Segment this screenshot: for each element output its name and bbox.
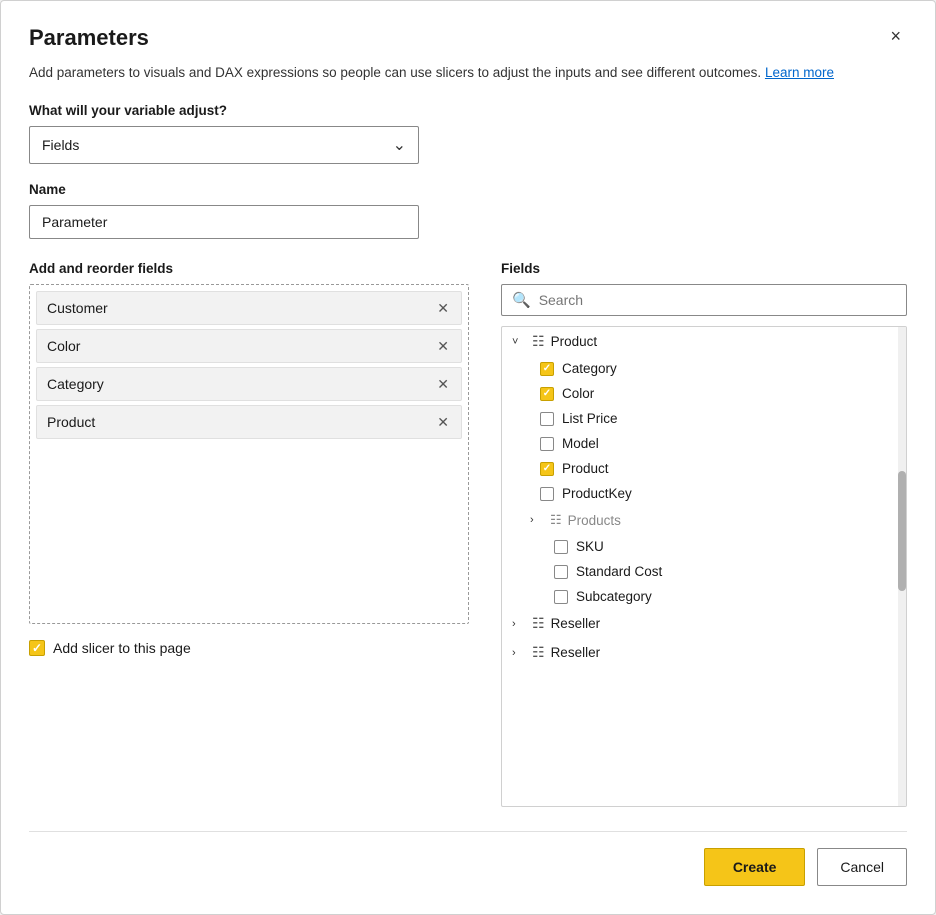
tree-item-label: List Price (562, 411, 618, 426)
list-item[interactable]: Category ✕ (36, 367, 462, 401)
tree-group-header[interactable]: › ☷ Reseller (502, 638, 906, 667)
tree-item[interactable]: List Price (502, 406, 906, 431)
checkbox-checked-icon: ✓ (540, 362, 554, 376)
tree-item[interactable]: Standard Cost (502, 559, 906, 584)
checkbox-unchecked-icon (540, 487, 554, 501)
checkbox-unchecked-icon (540, 412, 554, 426)
remove-field-button[interactable]: ✕ (435, 339, 451, 353)
dialog-title: Parameters (29, 25, 149, 51)
chevron-down-icon: ⌄ (393, 135, 406, 155)
tree-item-label: Product (562, 461, 609, 476)
tree-item-label: SKU (576, 539, 604, 554)
cancel-button[interactable]: Cancel (817, 848, 907, 886)
name-section: Name (29, 182, 907, 239)
remove-field-button[interactable]: ✕ (435, 301, 451, 315)
search-icon: 🔍 (512, 291, 531, 309)
dropdown-value: Fields (42, 137, 79, 153)
right-column: Fields 🔍 ˅ ☷ Product ✓ Category ✓ Color List… (501, 261, 907, 807)
tree-toggle-icon: › (512, 647, 526, 659)
variable-section: What will your variable adjust? Fields ⌄ (29, 103, 907, 164)
dialog-footer: Create Cancel (29, 831, 907, 886)
variable-dropdown[interactable]: Fields ⌄ (29, 126, 419, 164)
tree-item[interactable]: Subcategory (502, 584, 906, 609)
add-slicer-row: ✓ Add slicer to this page (29, 640, 469, 656)
create-button[interactable]: Create (704, 848, 806, 886)
tree-toggle-icon: ˅ (512, 336, 526, 348)
tree-item-label: Standard Cost (576, 564, 662, 579)
tree-item[interactable]: ✓ Color (502, 381, 906, 406)
fields-tree: ˅ ☷ Product ✓ Category ✓ Color List Price Mod… (501, 326, 907, 807)
name-input[interactable] (29, 205, 419, 239)
fields-list-label: Add and reorder fields (29, 261, 469, 276)
tree-item[interactable]: Model (502, 431, 906, 456)
tree-item-label: Category (562, 361, 617, 376)
field-item-label: Customer (47, 300, 108, 316)
group-name: Reseller (551, 616, 601, 631)
tree-toggle-icon: › (512, 618, 526, 630)
tree-item[interactable]: SKU (502, 534, 906, 559)
tree-item-label: Color (562, 386, 594, 401)
tree-group-header[interactable]: › ☷ Reseller (502, 609, 906, 638)
tree-item-label: Subcategory (576, 589, 652, 604)
checkbox-unchecked-icon (554, 540, 568, 554)
subgroup-name: Products (568, 513, 621, 528)
fields-panel-title: Fields (501, 261, 907, 276)
scrollbar-thumb[interactable] (898, 471, 906, 591)
hierarchy-icon: ☷ (550, 512, 562, 528)
tree-item[interactable]: ✓ Product (502, 456, 906, 481)
tree-item-label: Model (562, 436, 599, 451)
remove-field-button[interactable]: ✕ (435, 377, 451, 391)
remove-field-button[interactable]: ✕ (435, 415, 451, 429)
checkbox-unchecked-icon (540, 437, 554, 451)
list-item[interactable]: Color ✕ (36, 329, 462, 363)
field-item-label: Color (47, 338, 80, 354)
add-slicer-checkbox[interactable]: ✓ (29, 640, 45, 656)
tree-item[interactable]: ProductKey (502, 481, 906, 506)
table-icon: ☷ (532, 615, 545, 632)
group-name: Reseller (551, 645, 601, 660)
close-button[interactable]: × (884, 25, 907, 47)
checkbox-unchecked-icon (554, 565, 568, 579)
left-column: Add and reorder fields Customer ✕ Color … (29, 261, 469, 807)
subgroup-header[interactable]: › ☷ Products (502, 506, 906, 534)
tree-item-label: ProductKey (562, 486, 632, 501)
field-item-label: Category (47, 376, 104, 392)
two-columns: Add and reorder fields Customer ✕ Color … (29, 261, 907, 807)
group-name: Product (551, 334, 598, 349)
checkbox-checked-icon: ✓ (540, 462, 554, 476)
list-item[interactable]: Customer ✕ (36, 291, 462, 325)
learn-more-link[interactable]: Learn more (765, 65, 834, 80)
search-input[interactable] (539, 292, 896, 308)
name-label: Name (29, 182, 907, 197)
search-box[interactable]: 🔍 (501, 284, 907, 316)
table-icon: ☷ (532, 333, 545, 350)
table-icon: ☷ (532, 644, 545, 661)
tree-toggle-icon: › (530, 514, 544, 526)
parameters-dialog: Parameters × Add parameters to visuals a… (0, 0, 936, 915)
checkmark-icon: ✓ (32, 641, 42, 655)
list-item[interactable]: Product ✕ (36, 405, 462, 439)
dialog-header: Parameters × (29, 25, 907, 51)
tree-group-header[interactable]: ˅ ☷ Product (502, 327, 906, 356)
dialog-description: Add parameters to visuals and DAX expres… (29, 63, 849, 83)
variable-label: What will your variable adjust? (29, 103, 907, 118)
add-slicer-label: Add slicer to this page (53, 640, 191, 656)
checkbox-unchecked-icon (554, 590, 568, 604)
scrollbar-track (898, 327, 906, 806)
checkbox-checked-icon: ✓ (540, 387, 554, 401)
tree-item[interactable]: ✓ Category (502, 356, 906, 381)
fields-list-container: Customer ✕ Color ✕ Category ✕ Product ✕ (29, 284, 469, 624)
field-item-label: Product (47, 414, 95, 430)
